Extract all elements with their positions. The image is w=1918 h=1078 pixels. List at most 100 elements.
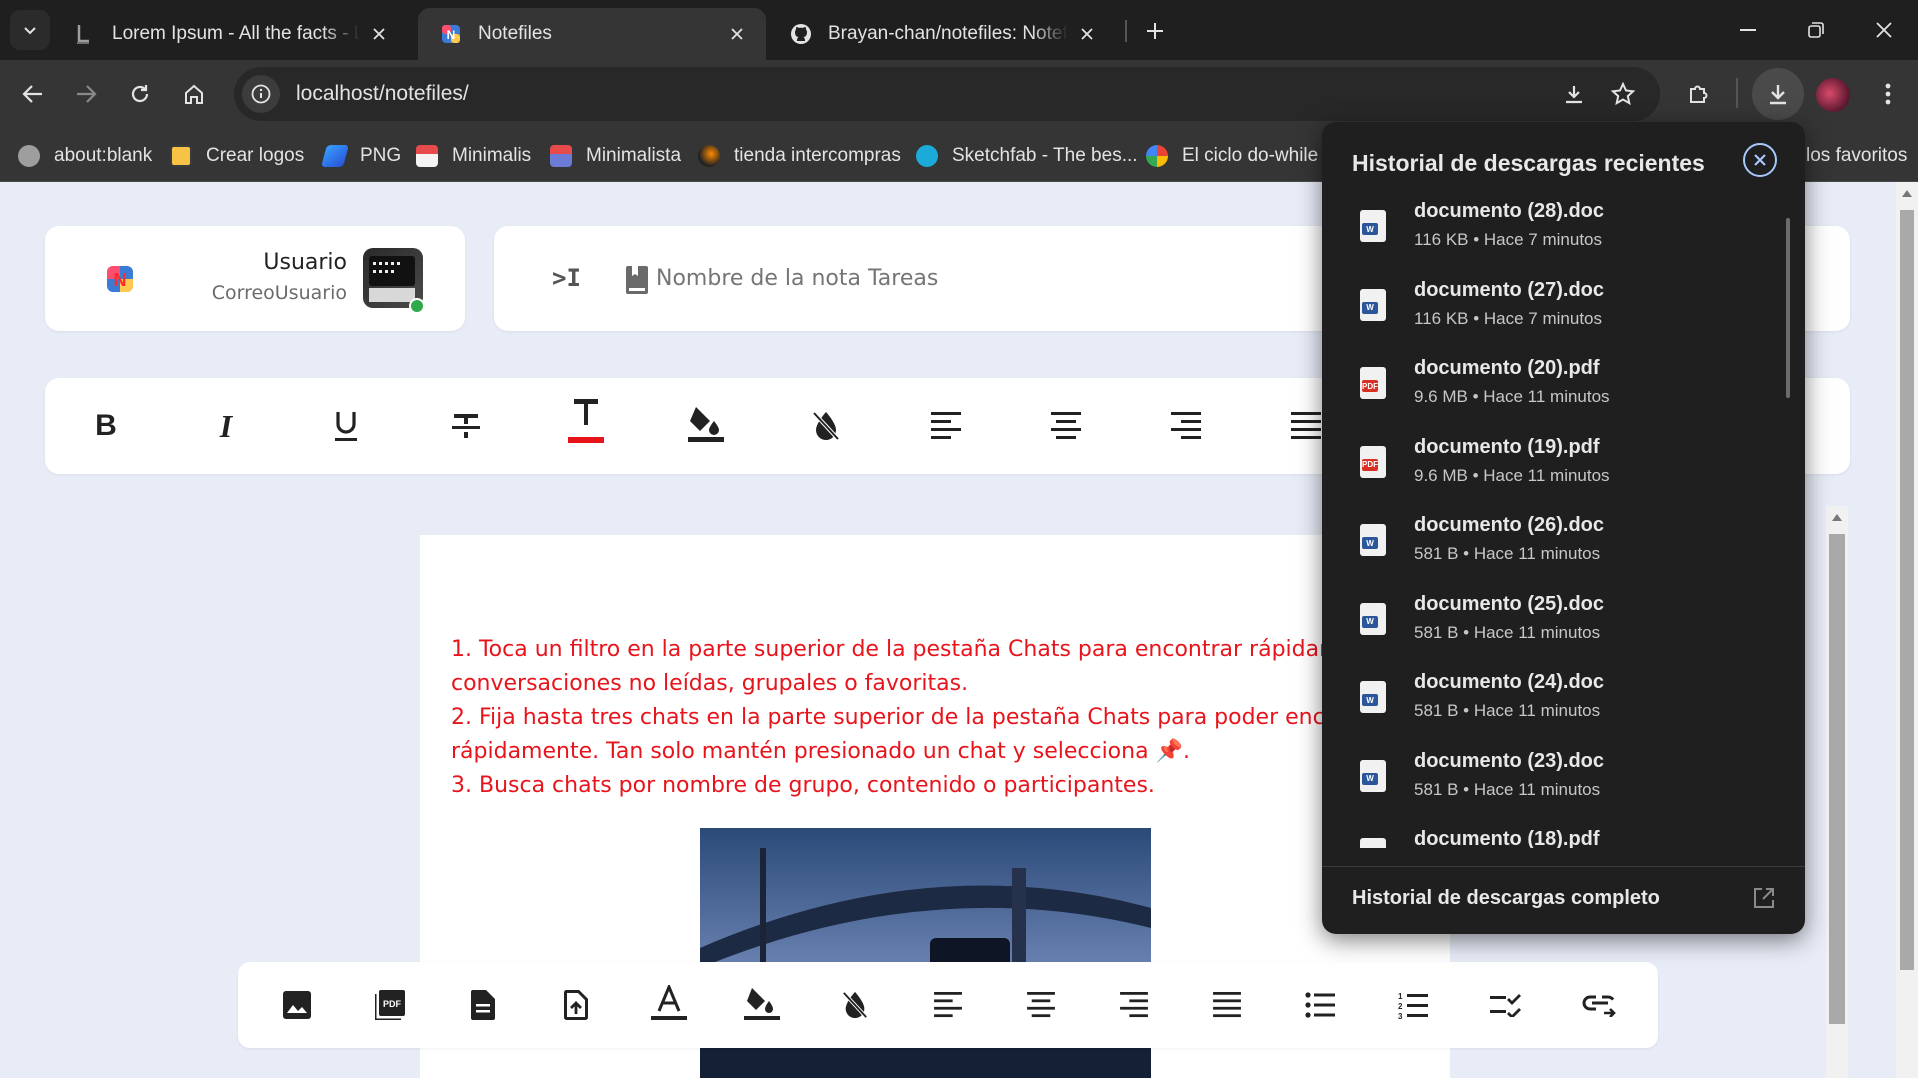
download-meta: 581 B • Hace 11 minutos — [1414, 622, 1601, 642]
download-item[interactable]: PDF documento (20).pdf 9.6 MB • Hace 11 mi… — [1322, 347, 1782, 425]
bookmark-tienda-intercompras[interactable]: tienda intercompras — [698, 139, 901, 173]
sketchfab-icon — [916, 145, 938, 167]
fill-color-icon[interactable] — [681, 398, 731, 448]
numbered-list-icon[interactable]: 123 — [1388, 980, 1438, 1030]
align-right-icon[interactable] — [1161, 401, 1211, 451]
clear-color-icon[interactable] — [801, 401, 851, 451]
note-body-text[interactable]: 1. Toca un filtro en la parte superior d… — [451, 633, 1370, 803]
scroll-up-arrow-icon[interactable] — [1902, 190, 1912, 197]
align-center-icon[interactable] — [1041, 401, 1091, 451]
bold-icon[interactable]: B — [81, 401, 131, 451]
bulleted-list-icon[interactable] — [1295, 980, 1345, 1030]
close-icon — [1876, 22, 1892, 38]
underline-icon[interactable] — [321, 401, 371, 451]
pdf-icon[interactable]: PDF — [365, 980, 415, 1030]
home-button[interactable] — [172, 72, 216, 116]
align-left-icon[interactable] — [923, 980, 973, 1030]
upload-file-icon[interactable] — [551, 980, 601, 1030]
strikethrough-icon[interactable] — [441, 401, 491, 451]
bookmark-sketchfab[interactable]: Sketchfab - The bes... — [916, 139, 1138, 173]
downloads-button[interactable] — [1752, 68, 1804, 120]
page-scrollbar[interactable] — [1896, 182, 1918, 1078]
checklist-icon[interactable] — [1481, 980, 1531, 1030]
scrollbar-thumb[interactable] — [1900, 210, 1914, 970]
google-icon — [1146, 145, 1168, 167]
paragraph: 1. Toca un filtro en la parte superior d… — [451, 637, 1368, 662]
word-file-icon: W — [1360, 759, 1386, 792]
editor-scrollbar[interactable] — [1826, 506, 1848, 1078]
bookmark-all-favorites[interactable]: los favoritos — [1806, 139, 1907, 173]
address-bar[interactable]: localhost/notefiles/ — [234, 67, 1660, 121]
paragraph: rápidamente. Tan solo mantén presionado … — [451, 739, 1190, 764]
bookmark-star-button[interactable] — [1601, 72, 1645, 116]
align-center-icon[interactable] — [1016, 980, 1066, 1030]
download-item[interactable]: Wdocumento (28).doc 116 KB • Hace 7 minut… — [1322, 190, 1782, 268]
tab-search-button[interactable] — [10, 10, 50, 50]
download-item[interactable]: PDF documento (19).pdf 9.6 MB • Hace 11 mi… — [1322, 426, 1782, 504]
text-color-icon[interactable] — [561, 396, 611, 446]
minimize-button[interactable] — [1714, 0, 1782, 60]
bookmark-about-blank[interactable]: about:blank — [18, 139, 152, 173]
lorem-ipsum-favicon-icon — [74, 23, 96, 45]
full-history-link[interactable]: Historial de descargas completo — [1322, 867, 1805, 934]
note-title-input[interactable] — [656, 256, 1256, 300]
bookmark-png[interactable]: PNG — [321, 139, 401, 173]
menu-button[interactable] — [1866, 72, 1910, 116]
download-item[interactable]: Wdocumento (27).doc 116 KB • Hace 7 minut… — [1322, 269, 1782, 347]
install-app-button[interactable] — [1552, 72, 1596, 116]
download-item[interactable]: Wdocumento (26).doc 581 B • Hace 11 minut… — [1322, 504, 1782, 582]
close-tab-icon[interactable] — [1076, 23, 1098, 45]
tienda-icon — [698, 145, 720, 167]
word-file-icon: W — [1360, 602, 1386, 635]
expand-sidebar-icon[interactable]: >I — [552, 264, 581, 292]
download-filename: documento (27).doc — [1414, 278, 1605, 301]
bookmark-el-ciclo[interactable]: El ciclo do-while - — [1146, 139, 1330, 173]
text-color-icon[interactable] — [644, 978, 694, 1028]
downloads-scrollbar-thumb[interactable] — [1786, 218, 1790, 398]
profile-avatar[interactable] — [1816, 78, 1850, 112]
pdf-file-icon: PDF — [1360, 838, 1386, 848]
close-icon — [1754, 154, 1766, 166]
restore-button[interactable] — [1782, 0, 1850, 60]
extensions-button[interactable] — [1677, 72, 1721, 116]
logo-maker-icon — [170, 145, 192, 167]
download-meta: 581 B • Hace 11 minutos — [1414, 779, 1601, 799]
back-button[interactable] — [11, 72, 55, 116]
close-panel-button[interactable] — [1743, 143, 1777, 177]
close-tab-icon[interactable] — [726, 23, 748, 45]
downloads-list: Wdocumento (28).doc 116 KB • Hace 7 minut… — [1322, 190, 1805, 848]
forward-button[interactable] — [64, 72, 108, 116]
tab-separator — [1125, 20, 1127, 42]
close-window-button[interactable] — [1850, 0, 1918, 60]
download-item[interactable]: PDF documento (18).pdf — [1322, 818, 1782, 848]
image-icon[interactable] — [272, 980, 322, 1030]
download-item[interactable]: Wdocumento (24).doc 581 B • Hace 11 minut… — [1322, 661, 1782, 739]
arrow-left-icon — [22, 85, 42, 103]
bookmark-crear-logos[interactable]: Crear logos — [170, 139, 304, 173]
scrollbar-thumb[interactable] — [1829, 534, 1845, 1024]
site-info-icon[interactable] — [242, 75, 280, 113]
align-right-icon[interactable] — [1109, 980, 1159, 1030]
link-icon[interactable] — [1574, 980, 1624, 1030]
tab-github-notefiles[interactable]: Brayan-chan/notefiles: Notefiles — [768, 8, 1116, 60]
download-filename: documento (28).doc — [1414, 200, 1605, 222]
user-email: CorreoUsuario — [211, 282, 347, 304]
align-left-icon[interactable] — [921, 401, 971, 451]
download-item[interactable]: Wdocumento (25).doc 581 B • Hace 11 minut… — [1322, 583, 1782, 661]
svg-text:2: 2 — [1398, 1002, 1403, 1011]
close-tab-icon[interactable] — [368, 23, 390, 45]
document-icon[interactable] — [458, 980, 508, 1030]
new-tab-button[interactable] — [1138, 14, 1172, 48]
download-icon — [1770, 85, 1786, 105]
scroll-up-arrow-icon[interactable] — [1832, 514, 1842, 521]
bookmark-minimalista[interactable]: Minimalista — [550, 139, 681, 173]
clear-color-icon[interactable] — [830, 980, 880, 1030]
tab-lorem-ipsum[interactable]: Lorem Ipsum - All the facts - Lip — [52, 8, 408, 60]
fill-color-icon[interactable] — [737, 978, 787, 1028]
italic-icon[interactable]: I — [201, 401, 251, 451]
align-justify-icon[interactable] — [1202, 980, 1252, 1030]
reload-button[interactable] — [118, 72, 162, 116]
download-item[interactable]: Wdocumento (23).doc 581 B • Hace 11 minut… — [1322, 740, 1782, 818]
bookmark-minimalis[interactable]: Minimalis — [416, 139, 531, 173]
tab-notefiles[interactable]: N Notefiles — [418, 8, 766, 60]
